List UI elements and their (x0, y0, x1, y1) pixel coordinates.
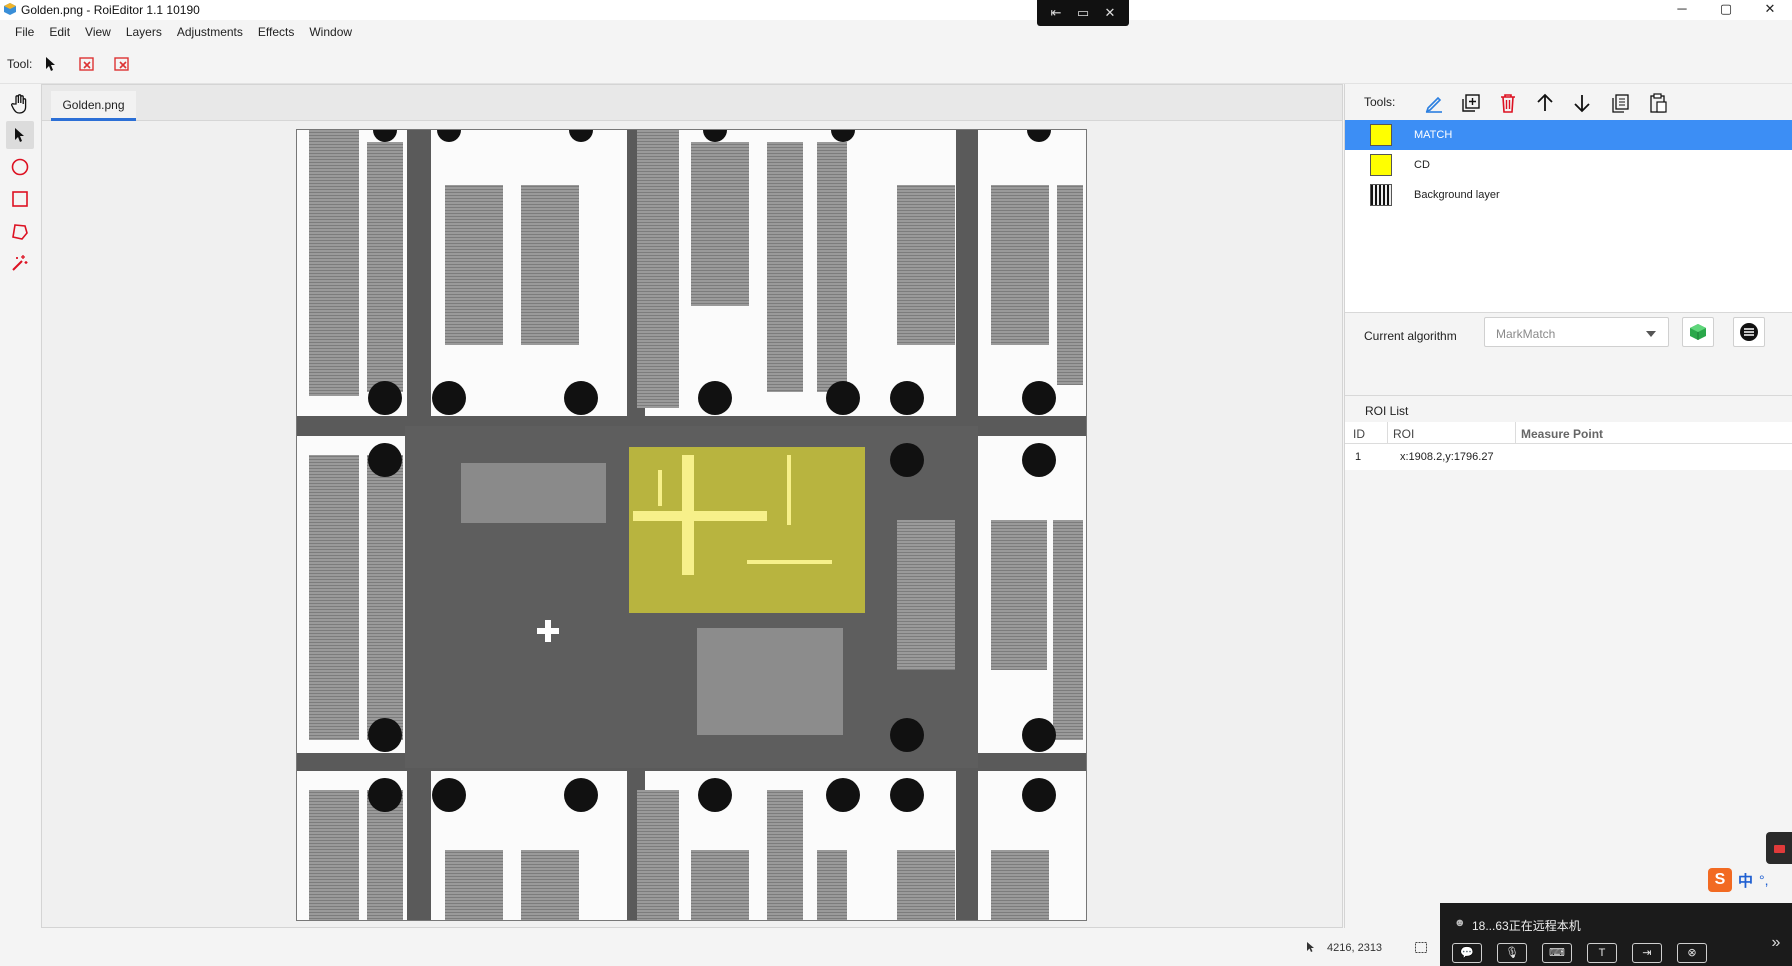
cursor-position-icon (1307, 942, 1314, 952)
menu-bar: File Edit View Layers Adjustments Effect… (0, 22, 360, 42)
window-controls: ─ ▢ ✕ (1660, 0, 1792, 20)
sogou-logo-icon: S (1708, 868, 1732, 892)
ime-indicator[interactable]: S 中 °, (1708, 866, 1778, 894)
folder-icon (1774, 845, 1785, 853)
roi-table-header: ID ROI Measure Point (1345, 422, 1792, 444)
toolbar: Tool: (0, 52, 200, 76)
delete-layer-icon[interactable] (1495, 90, 1521, 116)
menu-file[interactable]: File (8, 22, 42, 42)
algorithm-settings-button[interactable] (1733, 317, 1765, 347)
settings-list-icon (1740, 323, 1758, 341)
image-canvas[interactable] (296, 129, 1087, 921)
layer-swatch (1370, 124, 1392, 146)
status-bar: 4216, 2313 (0, 928, 1440, 966)
file-transfer-icon[interactable]: ⇥ (1632, 943, 1662, 963)
layer-name: Background layer (1414, 189, 1500, 201)
document-tab[interactable]: Golden.png (51, 91, 136, 121)
title-bar: Golden.png - RoiEditor 1.1 10190 ⇤ ▭ ✕ ─… (0, 0, 1792, 26)
document-area: Golden.png (41, 84, 1343, 928)
delete-roi-icon[interactable] (77, 54, 97, 74)
menu-layers[interactable]: Layers (119, 22, 170, 42)
layer-item-match[interactable]: MATCH (1345, 120, 1792, 150)
side-folder-tab[interactable] (1766, 832, 1792, 864)
remote-close-icon[interactable]: ✕ (1104, 0, 1115, 26)
remote-screen-icon[interactable]: ▭ (1077, 0, 1089, 26)
window-title: Golden.png - RoiEditor 1.1 10190 (21, 3, 200, 17)
roi-match-region (629, 447, 865, 613)
document-tabstrip: Golden.png (42, 85, 1342, 121)
keyboard-icon[interactable]: ⌨ (1542, 943, 1572, 963)
menu-view[interactable]: View (78, 22, 119, 42)
copy-icon[interactable] (1607, 90, 1633, 116)
circle-icon[interactable] (6, 153, 34, 181)
tools-label: Tools: (1364, 95, 1396, 109)
layer-name: MATCH (1414, 129, 1453, 141)
wafer-image (297, 130, 1086, 920)
menu-adjustments[interactable]: Adjustments (170, 22, 251, 42)
ime-mode[interactable]: 中 (1738, 870, 1753, 891)
chat-icon[interactable]: 💬 (1452, 943, 1482, 963)
roi-list-section: ROI List ID ROI Measure Point 1 x:1908.2… (1345, 397, 1792, 797)
app-icon (4, 3, 16, 15)
remote-session-text: 18...63正在远程本机 (1472, 919, 1581, 933)
magic-wand-icon[interactable] (6, 249, 34, 277)
roi-list-title: ROI List (1365, 404, 1409, 418)
microphone-icon[interactable]: 🎙 (1497, 943, 1527, 963)
cursor-coordinates: 4216, 2313 (1327, 942, 1383, 954)
layer-list: MATCH CD Background layer (1345, 120, 1792, 313)
menu-effects[interactable]: Effects (251, 22, 302, 42)
chevron-down-icon (1646, 331, 1656, 337)
column-divider (1387, 422, 1388, 444)
menu-edit[interactable]: Edit (42, 22, 78, 42)
algorithm-row: Current algorithm MarkMatch (1345, 314, 1792, 396)
table-row[interactable]: 1 x:1908.2,y:1796.27 (1345, 444, 1792, 470)
layer-item-background[interactable]: Background layer (1345, 180, 1792, 210)
menu-window[interactable]: Window (302, 22, 360, 42)
polygon-icon[interactable] (6, 218, 34, 246)
pointer-icon[interactable] (40, 54, 60, 74)
run-algorithm-button[interactable] (1682, 317, 1714, 347)
layer-swatch (1370, 154, 1392, 176)
paste-icon[interactable] (1645, 90, 1671, 116)
edit-pen-icon[interactable] (1421, 90, 1447, 116)
disconnect-icon[interactable]: ⊗ (1677, 943, 1707, 963)
left-tool-panel (0, 85, 40, 925)
move-up-icon[interactable] (1532, 90, 1558, 116)
right-panel: Tools: MATCH CD Background layer Current… (1344, 84, 1792, 928)
minimize-button[interactable]: ─ (1660, 0, 1704, 20)
layer-tools-row: Tools: (1345, 84, 1792, 120)
tool-label: Tool: (7, 57, 33, 71)
selection-size-icon (1415, 942, 1427, 953)
roi-coords-cell: x:1908.2,y:1796.27 (1400, 451, 1494, 463)
person-icon: ☻ (1454, 917, 1466, 929)
close-button[interactable]: ✕ (1748, 0, 1792, 20)
algorithm-label: Current algorithm (1364, 329, 1457, 343)
roi-table: ID ROI Measure Point 1 x:1908.2,y:1796.2… (1345, 422, 1792, 470)
remote-actions: 💬 🎙 ⌨ T ⇥ ⊗ (1452, 943, 1707, 963)
column-header-roi[interactable]: ROI (1393, 427, 1414, 441)
hand-icon[interactable] (6, 90, 34, 118)
delete-all-roi-icon[interactable] (112, 54, 132, 74)
select-arrow-icon[interactable] (6, 121, 34, 149)
column-header-id[interactable]: ID (1353, 427, 1365, 441)
algorithm-select[interactable]: MarkMatch (1484, 317, 1669, 347)
ime-punctuation[interactable]: °, (1759, 872, 1769, 888)
remote-control-pill[interactable]: ⇤ ▭ ✕ (1037, 0, 1129, 26)
add-layer-icon[interactable] (1458, 90, 1484, 116)
green-cube-icon (1690, 324, 1706, 340)
background-layer-thumbnail (1370, 184, 1392, 206)
expand-icon[interactable]: » (1766, 933, 1786, 953)
layer-item-cd[interactable]: CD (1345, 150, 1792, 180)
text-icon[interactable]: T (1587, 943, 1617, 963)
remote-session-bar: ☻ 18...63正在远程本机 💬 🎙 ⌨ T ⇥ ⊗ » (1440, 903, 1792, 966)
remote-pin-icon[interactable]: ⇤ (1051, 0, 1062, 26)
move-down-icon[interactable] (1569, 90, 1595, 116)
layer-name: CD (1414, 159, 1430, 171)
column-header-measure-point[interactable]: Measure Point (1521, 427, 1603, 441)
rectangle-icon[interactable] (6, 185, 34, 213)
restore-button[interactable]: ▢ (1704, 0, 1748, 20)
algorithm-value: MarkMatch (1496, 327, 1556, 341)
roi-id-cell: 1 (1355, 451, 1362, 463)
column-divider (1515, 422, 1516, 444)
